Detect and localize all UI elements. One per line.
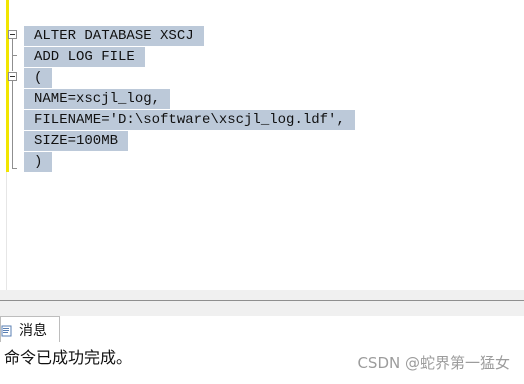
outline-tick	[12, 168, 17, 169]
code-line-text: ADD LOG FILE	[24, 47, 145, 67]
code-line-text: ALTER DATABASE XSCJ	[24, 26, 204, 46]
code-line: ALTER DATABASE XSCJ	[24, 24, 355, 46]
watermark: CSDN @蛇界第一猛女	[357, 354, 510, 372]
result-message: 命令已成功完成。	[4, 348, 133, 367]
code-line: (	[24, 66, 355, 88]
code-line: )	[24, 150, 355, 172]
query-window: ALTER DATABASE XSCJ ADD LOG FILE ( NAME=…	[0, 0, 524, 384]
sql-editor[interactable]: ALTER DATABASE XSCJ ADD LOG FILE ( NAME=…	[0, 0, 524, 290]
code-line: ADD LOG FILE	[24, 45, 355, 67]
collapse-icon[interactable]	[8, 30, 17, 39]
code-line-text: )	[24, 152, 53, 172]
code-line: NAME=xscjl_log,	[24, 87, 355, 109]
messages-icon	[1, 324, 13, 336]
pane-splitter[interactable]	[0, 290, 524, 316]
code-line-text: SIZE=100MB	[24, 131, 129, 151]
outline-tick	[12, 55, 17, 56]
code-line-text: FILENAME='D:\software\xscjl_log.ldf',	[24, 110, 355, 130]
splitter-line	[0, 300, 524, 301]
code-line: SIZE=100MB	[24, 129, 355, 151]
tab-messages-label: 消息	[19, 322, 47, 339]
collapse-icon[interactable]	[8, 72, 17, 81]
tab-messages[interactable]: 消息	[0, 316, 60, 342]
outline-line	[12, 81, 13, 169]
code-lines: ALTER DATABASE XSCJ ADD LOG FILE ( NAME=…	[24, 24, 355, 172]
code-line: FILENAME='D:\software\xscjl_log.ldf',	[24, 108, 355, 130]
outline-gutter	[8, 24, 20, 174]
code-line-text: (	[24, 68, 53, 88]
code-line-text: NAME=xscjl_log,	[24, 89, 171, 109]
